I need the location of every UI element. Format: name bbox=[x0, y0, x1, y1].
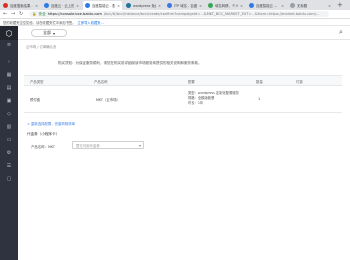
settings-icon[interactable]: ⚙ bbox=[6, 150, 12, 156]
close-icon[interactable]: × bbox=[158, 4, 163, 8]
product-type: 预付费 bbox=[30, 98, 41, 102]
tab-title: 百度搜索结果 - 阿里云 ... bbox=[10, 4, 33, 8]
tab-favicon-icon bbox=[249, 3, 254, 8]
reselect-config-link[interactable]: < 重新选择配置，完善购物清单 bbox=[27, 121, 75, 126]
purchase-notice: 购买须知：为保证服务顺利，请您在购买前详细阅读市场服务商提供的相关说明和服务条款… bbox=[58, 61, 202, 65]
tab-favicon-icon bbox=[208, 3, 213, 8]
console-header bbox=[18, 26, 350, 40]
product-name: MKT（云市场） bbox=[96, 98, 120, 102]
tab-favicon-icon bbox=[126, 3, 131, 8]
browser-tab[interactable]: ITP 域名 - 百度搜索 ...× bbox=[165, 1, 204, 10]
browser-tab-active[interactable]: 百度智能云 - 配置确认 ...× bbox=[83, 1, 122, 10]
browser-tab[interactable]: 百度搜索结果 - 阿里云 ...× bbox=[1, 1, 40, 10]
close-icon[interactable]: × bbox=[76, 4, 81, 8]
menu-icon[interactable]: ≡ bbox=[6, 42, 12, 48]
tab-title: 百度智能云 ... bbox=[256, 4, 278, 8]
tab-title: 百度云 · 云上的事 ... bbox=[51, 4, 75, 8]
database-icon[interactable]: ▥ bbox=[6, 124, 12, 130]
column-header: 数量 bbox=[256, 80, 263, 84]
column-header: 产品类型 bbox=[30, 80, 44, 84]
config-line: 时长：1年 bbox=[188, 101, 204, 105]
quantity: 1 bbox=[258, 97, 261, 101]
chevron-down-icon: ▾ bbox=[138, 142, 141, 148]
coupon-placeholder: 暂无可用代金券 bbox=[76, 143, 100, 148]
tab-favicon-icon bbox=[3, 3, 8, 8]
tab-title: 域名转移、个人中心 ... bbox=[215, 4, 239, 8]
table-row: 预付费 MKT（云市场） 类型：wordpress 定制化配置服务 规格：全模版… bbox=[24, 86, 342, 112]
search-icon[interactable]: ⌕ bbox=[339, 29, 343, 36]
url-path: /bcc/#/bcc/instance/bcc/create/confirm?c… bbox=[103, 12, 320, 16]
new-tab-icon[interactable]: + bbox=[337, 2, 343, 9]
list-icon[interactable]: ☰ bbox=[6, 163, 12, 169]
order-table: 产品类型 产品名称 配置 数量 付费 预付费 MKT（云市场） 类型：wordp… bbox=[24, 75, 342, 113]
table-header: 产品类型 产品名称 配置 数量 付费 bbox=[24, 76, 342, 86]
storage-icon[interactable]: ▣ bbox=[6, 98, 12, 104]
browser-tab[interactable]: 域名转移、个人中心 ...× bbox=[206, 1, 245, 10]
tab-title: wordpress 免费网站 ... bbox=[133, 4, 156, 8]
close-icon[interactable]: × bbox=[35, 4, 40, 8]
browser-tab[interactable]: 百度智能云 ... × bbox=[247, 1, 286, 10]
logo-icon[interactable]: ⬡ bbox=[0, 26, 18, 40]
section-title: 代金券（小程序卡） bbox=[27, 132, 60, 136]
chevron-down-icon: ▾ bbox=[52, 30, 55, 36]
breadcrumb: 云市场 / 订单确认页 bbox=[26, 45, 57, 49]
browser-tab[interactable]: 无标题 × bbox=[288, 1, 333, 10]
browser-toolbar: ← → ↻ 🔒 安全 https://console.bce.baidu.com… bbox=[0, 10, 350, 19]
close-icon[interactable]: × bbox=[240, 4, 245, 8]
coupon-label: 产品名称：MKT bbox=[31, 145, 55, 149]
reload-icon[interactable]: ↻ bbox=[19, 11, 23, 17]
monitor-icon[interactable]: ▭ bbox=[6, 137, 12, 143]
product-config: 类型：wordpress 定制化配置服务 规格：全模版套餐 时长：1年 bbox=[188, 91, 239, 106]
close-icon[interactable]: × bbox=[328, 4, 333, 8]
bookmarks-hint: 您的收藏夹空空如也，请在收藏夹栏中添加书签。 bbox=[3, 20, 76, 25]
browser-tab-strip: 百度搜索结果 - 阿里云 ...× 百度云 · 云上的事 ...× 百度智能云 … bbox=[0, 0, 350, 10]
close-icon[interactable]: × bbox=[199, 4, 204, 8]
region-selector[interactable]: 全部 ▾ bbox=[31, 29, 67, 37]
browser-tab[interactable]: 百度云 · 云上的事 ...× bbox=[42, 1, 81, 10]
secure-label: 安全 bbox=[38, 11, 46, 16]
browser-tab[interactable]: wordpress 免费网站 ...× bbox=[124, 1, 163, 10]
forward-icon[interactable]: → bbox=[11, 11, 15, 17]
tab-favicon-icon bbox=[290, 3, 295, 8]
back-icon[interactable]: ← bbox=[3, 11, 7, 17]
chevron-right-icon[interactable]: › bbox=[6, 59, 12, 65]
close-icon[interactable]: × bbox=[117, 4, 122, 8]
tab-title: ITP 域名 - 百度搜索 ... bbox=[174, 4, 198, 8]
bookmarks-bar: 您的收藏夹空空如也，请在收藏夹栏中添加书签。 立即导入收藏夹... bbox=[0, 19, 350, 26]
tab-favicon-icon bbox=[44, 3, 49, 8]
tab-title: 无标题 bbox=[297, 4, 308, 8]
tab-favicon-icon bbox=[85, 3, 90, 8]
grid-icon[interactable]: ▦ bbox=[6, 72, 12, 78]
server-icon[interactable]: ▤ bbox=[6, 85, 12, 91]
sidebar: ≡ › ▦ ▤ ▣ ◇ ▥ ▭ ⚙ ☰ ▢ bbox=[0, 26, 18, 260]
tab-favicon-icon bbox=[167, 3, 172, 8]
import-bookmarks-link[interactable]: 立即导入收藏夹... bbox=[78, 20, 104, 25]
url-host: https://console.bce.baidu.com bbox=[47, 12, 102, 16]
close-icon[interactable]: × bbox=[281, 4, 286, 8]
coupon-select[interactable]: 暂无可用代金券 ▾ bbox=[72, 141, 144, 149]
column-header: 付费 bbox=[296, 80, 303, 84]
column-header: 配置 bbox=[188, 80, 195, 84]
column-header: 产品名称 bbox=[94, 80, 108, 84]
region-label: 全部 bbox=[42, 30, 51, 35]
network-icon[interactable]: ◇ bbox=[6, 111, 12, 117]
document-icon[interactable]: ▢ bbox=[6, 176, 12, 182]
lock-icon: 🔒 bbox=[32, 12, 37, 16]
address-bar[interactable]: 🔒 安全 https://console.bce.baidu.com/bcc/#… bbox=[29, 11, 329, 17]
tab-title: 百度智能云 - 配置确认 ... bbox=[92, 4, 116, 8]
